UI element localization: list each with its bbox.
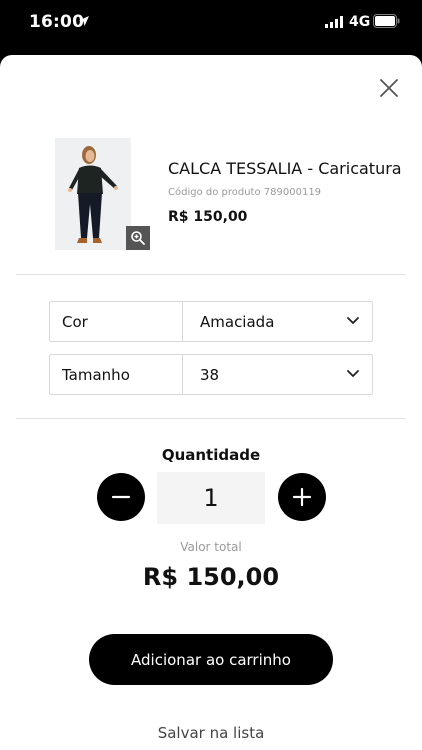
network-label: 4G	[349, 14, 371, 30]
size-select[interactable]: 38	[183, 355, 372, 394]
size-option-row: Tamanho 38	[49, 354, 373, 395]
quantity-title: Quantidade	[161, 446, 261, 464]
chevron-down-icon	[347, 317, 359, 324]
location-arrow-icon	[79, 16, 89, 26]
total-label: Valor total	[180, 540, 242, 554]
decrease-quantity-button[interactable]	[97, 473, 145, 521]
minus-icon	[111, 495, 131, 499]
color-option-label: Cor	[50, 302, 183, 341]
product-code: Código do produto 789000119	[168, 187, 322, 198]
increase-quantity-button[interactable]	[278, 473, 326, 521]
status-time: 16:00	[29, 12, 85, 32]
color-select-value: Amaciada	[200, 312, 275, 331]
product-price: R$ 150,00	[168, 209, 248, 225]
product-image	[55, 138, 131, 250]
size-select-value: 38	[200, 365, 220, 384]
status-bar: 16:00 4G	[0, 0, 422, 48]
product-name: CALCA TESSALIA - Caricatura	[168, 159, 402, 178]
zoom-button[interactable]	[126, 226, 150, 250]
product-options-sheet: CALCA TESSALIA - Caricatura Código do pr…	[0, 55, 422, 750]
size-option-label: Tamanho	[50, 355, 183, 394]
zoom-in-icon	[131, 231, 145, 245]
quantity-value[interactable]: 1	[157, 472, 265, 524]
divider	[16, 418, 406, 419]
signal-icon	[325, 16, 343, 28]
color-select[interactable]: Amaciada	[183, 302, 372, 341]
divider	[16, 274, 406, 275]
close-icon	[380, 79, 398, 97]
add-to-cart-button[interactable]: Adicionar ao carrinho	[89, 634, 333, 685]
color-option-row: Cor Amaciada	[49, 301, 373, 342]
battery-icon	[373, 14, 400, 28]
product-photo	[55, 138, 131, 250]
save-to-list-link[interactable]: Salvar na lista	[0, 724, 422, 742]
plus-icon	[292, 487, 312, 507]
chevron-down-icon	[347, 370, 359, 377]
total-value: R$ 150,00	[142, 563, 280, 591]
close-button[interactable]	[374, 73, 404, 103]
